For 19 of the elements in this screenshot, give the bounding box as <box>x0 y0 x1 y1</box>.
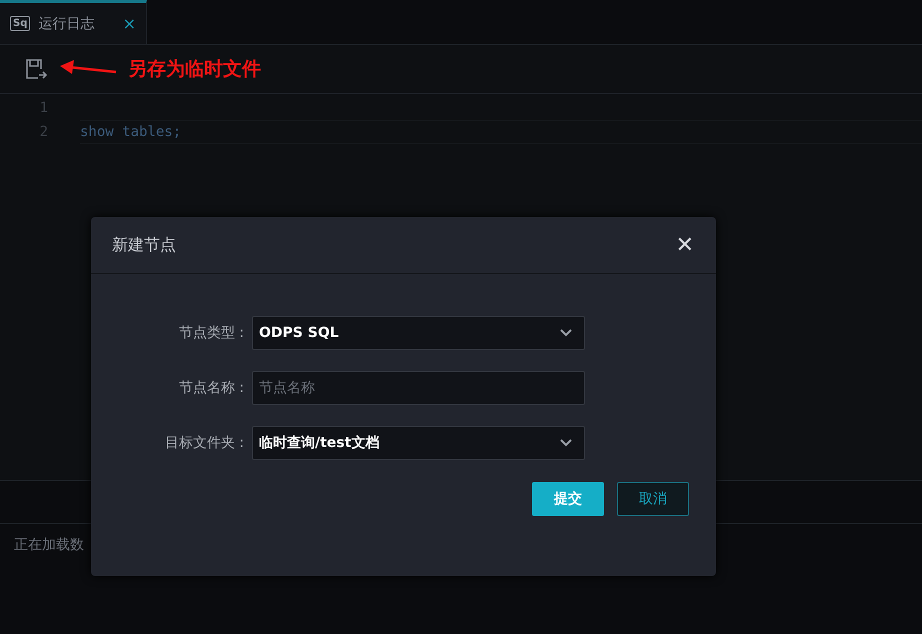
select-field[interactable]: 临时查询/test文档 <box>252 426 585 460</box>
chevron-down-icon <box>560 329 572 337</box>
close-button[interactable]: ✕ <box>676 232 694 258</box>
sql-file-icon: Sq <box>10 16 30 31</box>
save-as-icon[interactable] <box>24 57 48 81</box>
log-text: 正在加载数 <box>14 537 84 553</box>
tab-label: 运行日志 <box>38 14 96 32</box>
field-label: 节点类型 : <box>178 324 245 342</box>
field-label: 目标文件夹 : <box>164 434 245 452</box>
annotation-label: 另存为临时文件 <box>128 57 261 82</box>
dialog-title: 新建节点 <box>112 234 176 256</box>
close-icon[interactable]: × <box>122 14 136 33</box>
cancel-button[interactable]: 取消 <box>617 482 689 516</box>
chevron-down-icon <box>560 439 572 447</box>
code-line: show tables; <box>80 120 922 144</box>
field-label: 节点名称 : <box>178 379 245 397</box>
tab[interactable]: Sq 运行日志 × <box>0 0 147 44</box>
select-field[interactable]: ODPS SQL <box>252 316 585 350</box>
input-field[interactable]: 节点名称 <box>252 371 585 405</box>
